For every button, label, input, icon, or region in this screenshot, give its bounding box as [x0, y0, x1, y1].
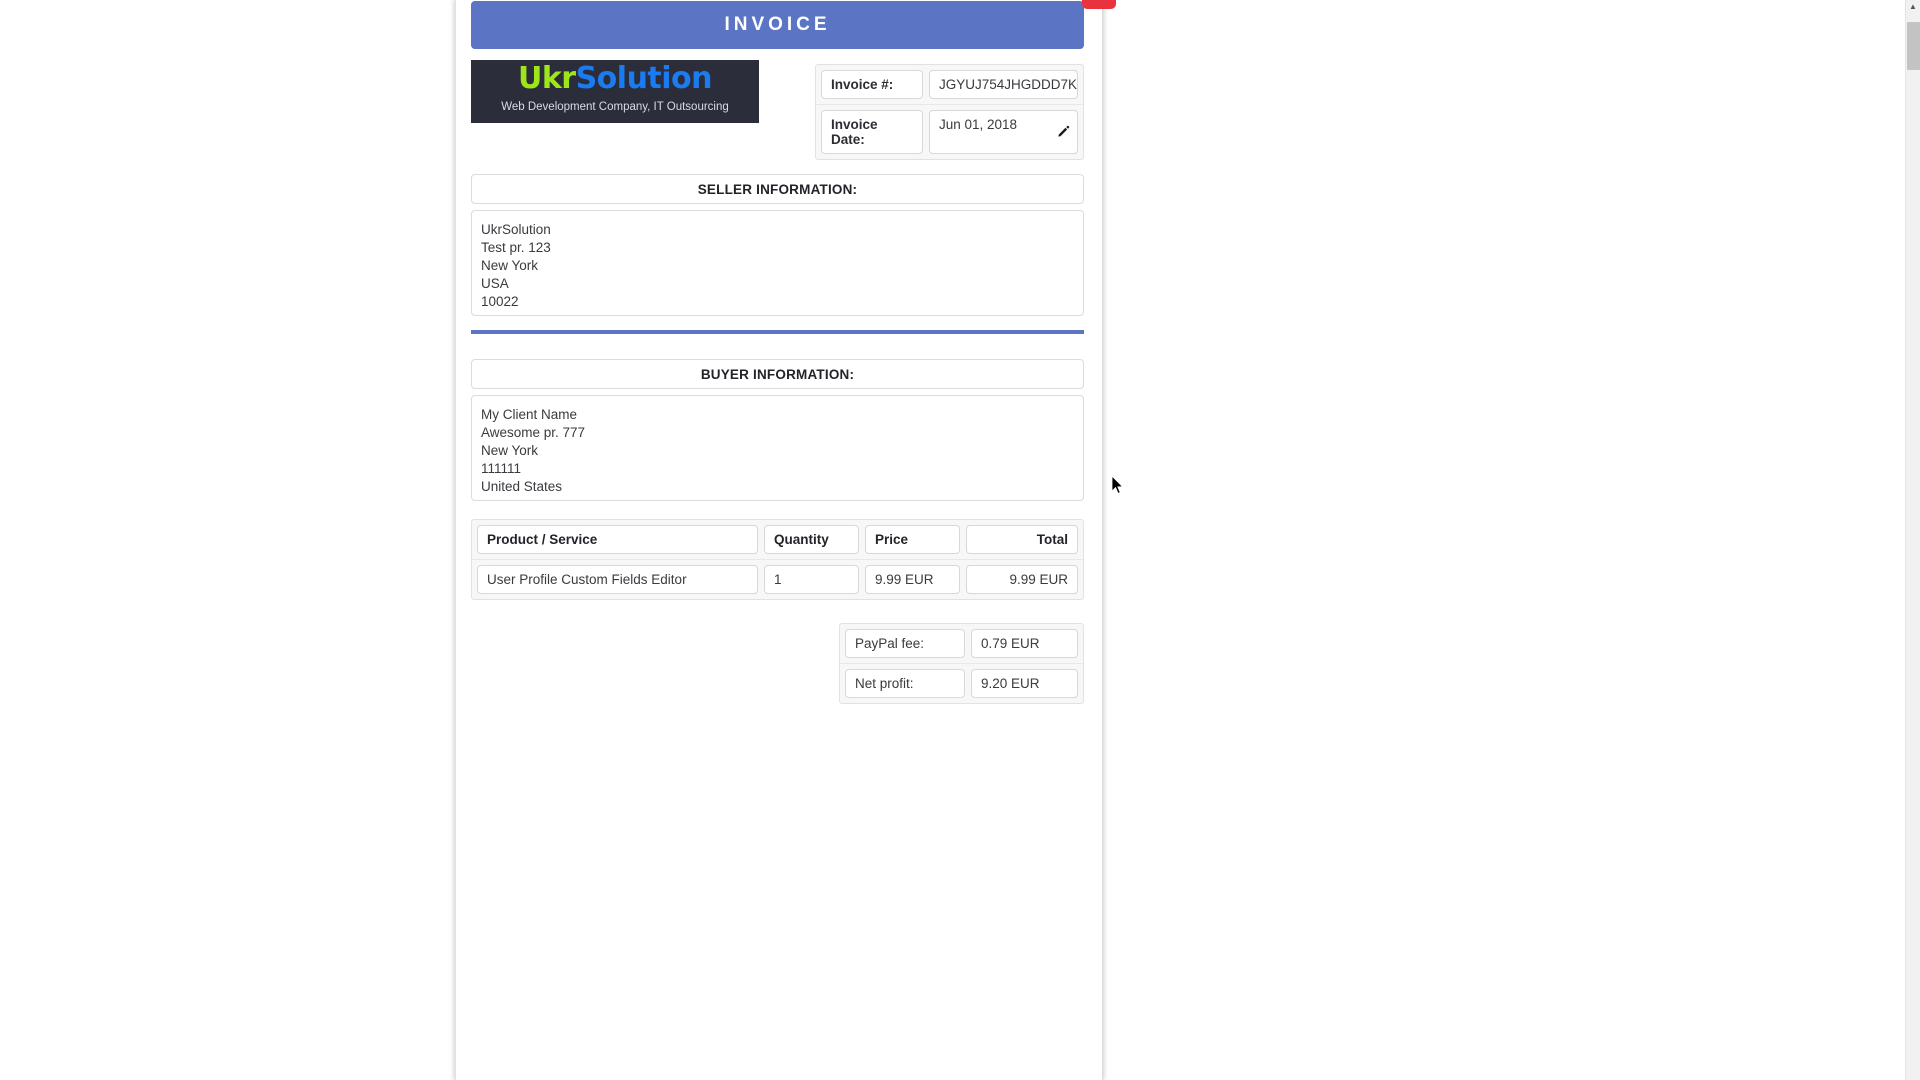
invoice-banner-title: INVOICE: [724, 14, 831, 35]
invoice-date-label: Invoice Date:: [821, 110, 923, 154]
buyer-line: United States: [481, 479, 563, 494]
invoice-meta-table: Invoice #: JGYUJ754JHGDDD7KG Invoice Dat…: [815, 64, 1084, 160]
logo-text-solution: Solution: [575, 61, 713, 96]
scroll-up-arrow-icon[interactable]: ▲: [1906, 3, 1920, 11]
column-header-product: Product / Service: [477, 525, 758, 554]
seller-line: 10022: [481, 294, 519, 309]
pencil-icon[interactable]: [1056, 125, 1070, 139]
left-gutter: [0, 0, 455, 1080]
seller-line: UkrSolution: [481, 222, 551, 237]
buyer-section-heading: BUYER INFORMATION:: [471, 359, 1084, 389]
company-logo: UkrSolution Web Development Company, IT …: [471, 60, 759, 123]
buyer-line: My Client Name: [481, 407, 578, 422]
invoice-number-label: Invoice #:: [821, 70, 923, 99]
invoice-banner: INVOICE: [471, 1, 1084, 49]
cell-product[interactable]: User Profile Custom Fields Editor: [477, 565, 758, 594]
red-tab-badge[interactable]: [1082, 0, 1116, 9]
table-row: User Profile Custom Fields Editor 1 9.99…: [472, 559, 1083, 599]
buyer-line: Awesome pr. 777: [481, 425, 586, 440]
vertical-scrollbar[interactable]: ▲: [1905, 0, 1920, 1080]
right-gutter: [1103, 0, 1905, 1080]
column-header-price: Price: [865, 525, 960, 554]
summary-table: PayPal fee: 0.79 EUR Net profit: 9.20 EU…: [839, 623, 1084, 704]
paypal-fee-row: PayPal fee: 0.79 EUR: [840, 624, 1083, 663]
seller-line: USA: [481, 276, 509, 291]
buyer-line: New York: [481, 443, 539, 458]
column-header-total: Total: [966, 525, 1078, 554]
buyer-line: 111111: [481, 461, 522, 476]
cell-price[interactable]: 9.99 EUR: [865, 565, 960, 594]
invoice-date-value: Jun 01, 2018: [939, 117, 1018, 132]
net-profit-value: 9.20 EUR: [971, 669, 1078, 698]
paypal-fee-label: PayPal fee:: [845, 629, 965, 658]
seller-line: New York: [481, 258, 539, 273]
logo-tagline: Web Development Company, IT Outsourcing: [501, 101, 729, 113]
section-divider: [471, 330, 1084, 334]
seller-line: Test pr. 123: [481, 240, 551, 255]
net-profit-label: Net profit:: [845, 669, 965, 698]
items-header-row: Product / Service Quantity Price Total: [472, 520, 1083, 559]
browser-viewport: INVOICE UkrSolution Web Development Comp…: [0, 0, 1920, 1080]
buyer-heading-text: BUYER INFORMATION:: [700, 366, 855, 382]
seller-heading-text: SELLER INFORMATION:: [697, 181, 858, 197]
items-table: Product / Service Quantity Price Total U…: [471, 519, 1084, 600]
seller-section-heading: SELLER INFORMATION:: [471, 174, 1084, 204]
invoice-date-row: Invoice Date: Jun 01, 2018: [816, 104, 1083, 159]
logo-text-ukr: Ukr: [517, 61, 576, 96]
buyer-address-box[interactable]: My Client Name Awesome pr. 777 New York …: [471, 395, 1084, 501]
page-canvas: INVOICE UkrSolution Web Development Comp…: [0, 0, 1905, 1080]
cell-quantity[interactable]: 1: [764, 565, 859, 594]
invoice-date-field[interactable]: Jun 01, 2018: [929, 110, 1078, 154]
invoice-number-field[interactable]: JGYUJ754JHGDDD7KG: [929, 70, 1078, 99]
logo-wordmark: UkrSolution: [471, 62, 759, 96]
seller-address-box[interactable]: UkrSolution Test pr. 123 New York USA 10…: [471, 210, 1084, 316]
cell-total: 9.99 EUR: [966, 565, 1078, 594]
paypal-fee-value: 0.79 EUR: [971, 629, 1078, 658]
column-header-quantity: Quantity: [764, 525, 859, 554]
net-profit-row: Net profit: 9.20 EUR: [840, 663, 1083, 703]
invoice-number-row: Invoice #: JGYUJ754JHGDDD7KG: [816, 65, 1083, 104]
scrollbar-thumb[interactable]: [1907, 22, 1920, 70]
